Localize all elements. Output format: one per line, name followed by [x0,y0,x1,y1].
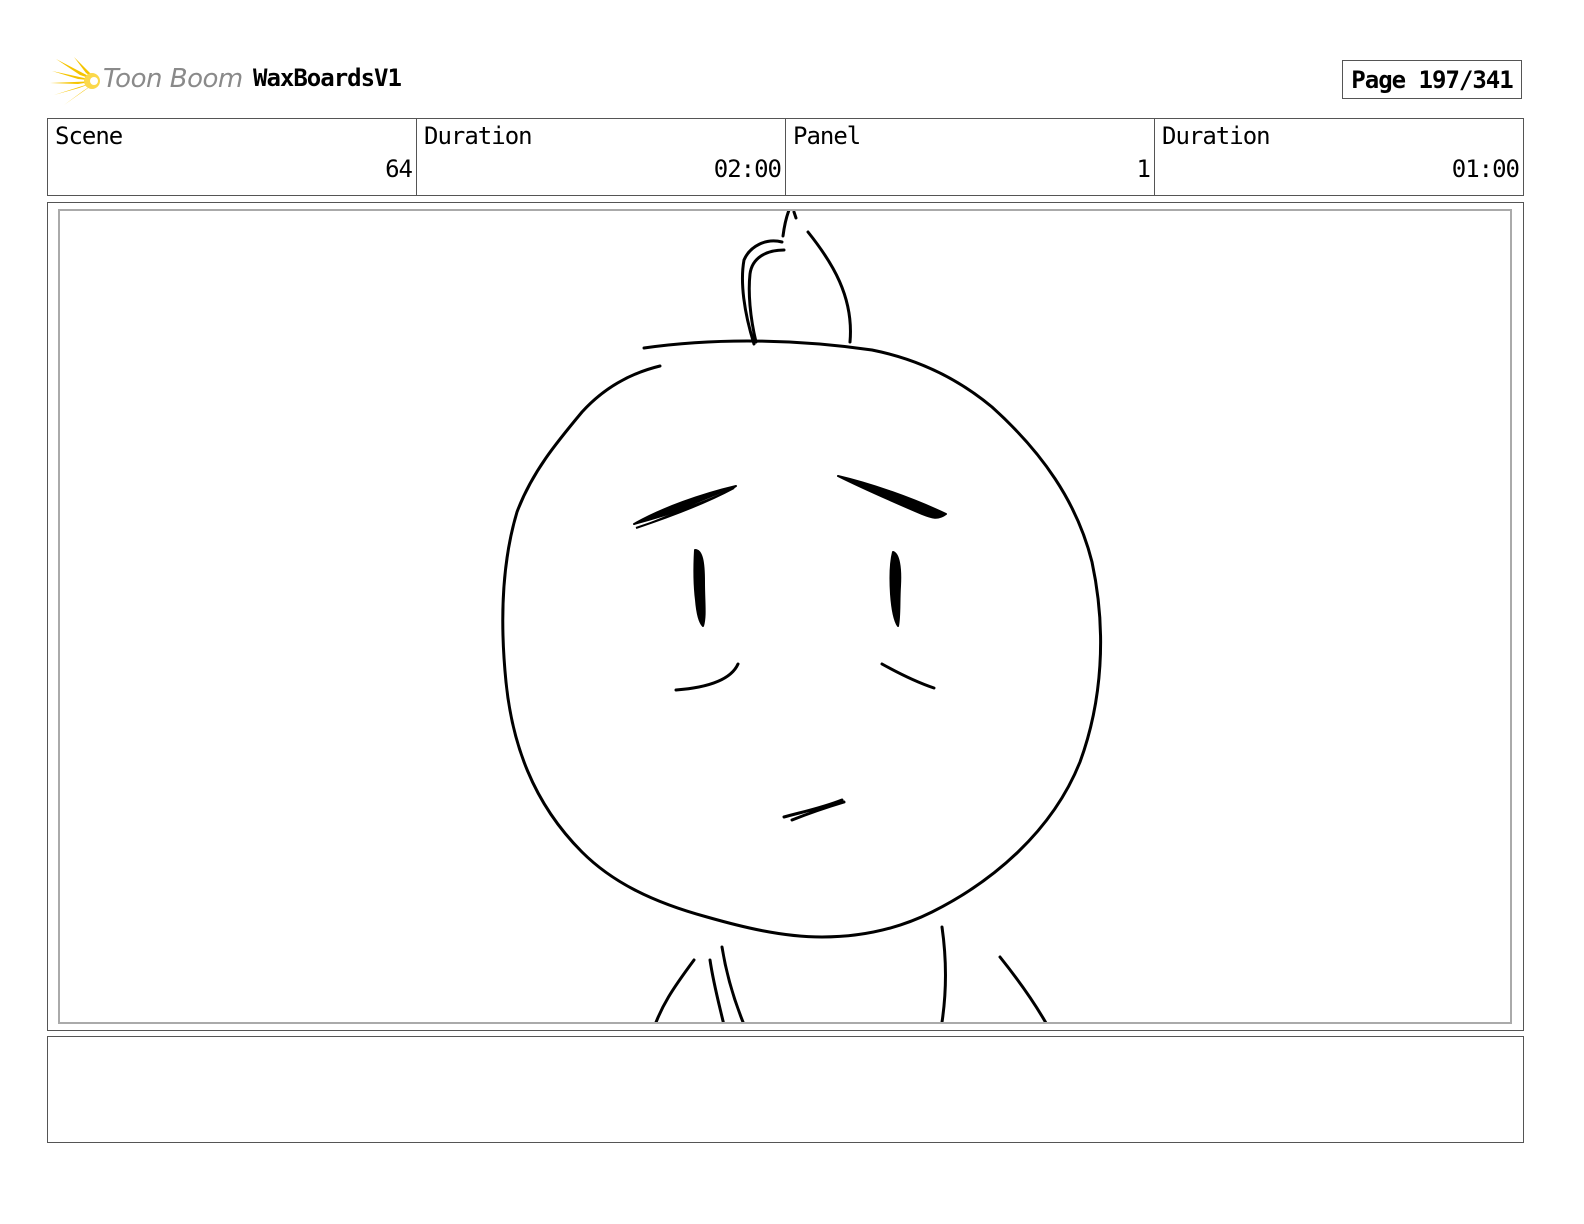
page-indicator: Page 197/341 [1342,60,1522,99]
panel-image [58,209,1512,1024]
right-eyebrow [837,475,947,519]
project-title: WaxBoardsV1 [253,64,402,92]
mouth-stroke [782,798,846,822]
storyboard-sketch [501,211,1103,1022]
scene-duration-cell: Duration 02:00 [417,119,786,195]
panel-duration-value: 01:00 [1451,155,1520,183]
head-outline [501,339,1103,939]
hair-tuft [741,211,852,346]
scene-duration-value: 02:00 [713,155,782,183]
scene-duration-label: Duration [424,122,533,150]
scene-info-row: Scene 64 Duration 02:00 Panel 1 Duration… [47,118,1524,196]
panel-cell: Panel 1 [786,119,1155,195]
panel-duration-label: Duration [1162,122,1271,150]
scene-cell: Scene 64 [48,119,417,195]
notes-area [47,1036,1524,1143]
left-cheek [674,662,740,692]
scene-value: 64 [385,155,413,183]
body-lines [654,925,1048,1022]
panel-value: 1 [1136,155,1151,183]
right-eye [889,551,902,627]
scene-label: Scene [55,122,123,150]
left-eye [693,549,706,627]
panel-duration-cell: Duration 01:00 [1155,119,1523,195]
panel-label: Panel [793,122,861,150]
brand-name: Toon Boom [103,64,243,94]
right-cheek [880,662,936,690]
left-eyebrow [633,485,737,529]
